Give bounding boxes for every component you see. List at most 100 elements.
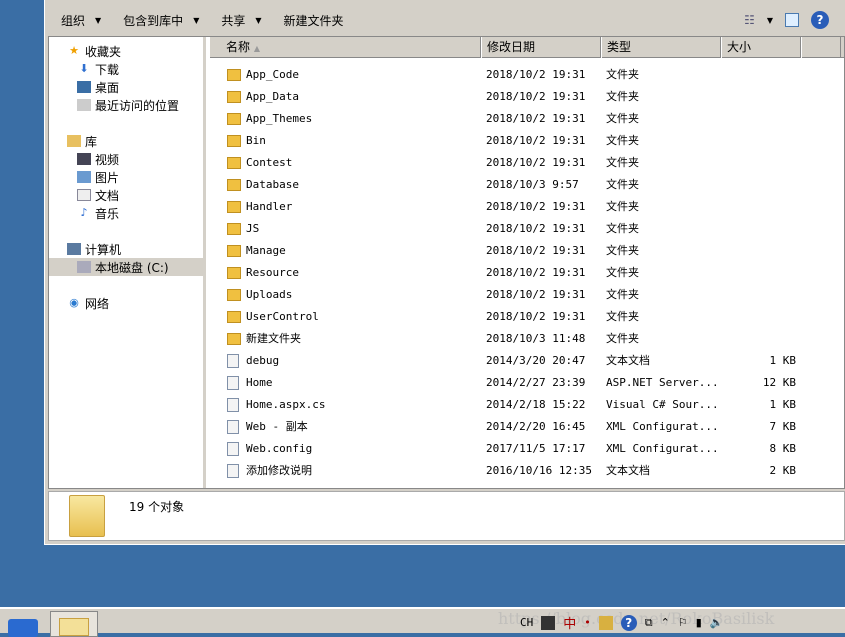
sidebar-item-favorites[interactable]: ★ 收藏夹 — [67, 42, 121, 60]
file-date: 2018/10/2 19:31 — [486, 266, 586, 279]
file-row[interactable]: App_Data 2018/10/2 19:31 文件夹 — [209, 87, 844, 107]
folder-icon — [227, 289, 241, 301]
new-folder-button[interactable]: 新建文件夹 — [284, 12, 344, 29]
file-row[interactable]: Database 2018/10/3 9:57 文件夹 — [209, 175, 844, 195]
dropdown-arrow-icon: ▼ — [193, 15, 200, 25]
column-header-size[interactable]: 大小 — [721, 37, 801, 58]
file-row[interactable]: 新建文件夹 2018/10/3 11:48 文件夹 — [209, 329, 844, 349]
explorer-window: 组织 ▼ 包含到库中 ▼ 共享 ▼ 新建文件夹 ☷ ▼ ? ★ 收藏夹 ⬇ 下载 桌面 最… — [44, 0, 845, 545]
column-header-modified[interactable]: 修改日期 — [481, 37, 601, 58]
volume-icon[interactable]: 🔈 — [710, 616, 724, 629]
column-header-type[interactable]: 类型 — [601, 37, 721, 58]
sidebar-item-desktop[interactable]: 桌面 — [77, 78, 119, 96]
label: 计算机 — [85, 242, 122, 257]
file-name: Bin — [246, 134, 266, 147]
file-name: JS — [246, 222, 260, 235]
file-type: 文件夹 — [606, 288, 639, 301]
column-header-name[interactable]: 名称 ▲ — [209, 37, 481, 58]
file-name: App_Code — [246, 68, 299, 81]
restore-icon[interactable]: ⧉ — [645, 616, 653, 630]
file-date: 2014/3/20 20:47 — [486, 354, 586, 367]
file-row[interactable]: JS 2018/10/2 19:31 文件夹 — [209, 219, 844, 239]
sidebar-item-downloads[interactable]: ⬇ 下载 — [77, 60, 119, 78]
show-hidden-icons[interactable]: ⌃ — [661, 616, 670, 629]
picture-icon — [77, 171, 91, 183]
include-library-button[interactable]: 包含到库中 ▼ — [123, 12, 199, 29]
drive-icon — [77, 261, 91, 273]
file-name: 添加修改说明 — [246, 464, 312, 477]
view-options-icon[interactable]: ☷ — [744, 13, 755, 27]
file-row[interactable]: UserControl 2018/10/2 19:31 文件夹 — [209, 307, 844, 327]
file-row[interactable]: App_Themes 2018/10/2 19:31 文件夹 — [209, 109, 844, 129]
file-date: 2018/10/2 19:31 — [486, 244, 586, 257]
explorer-taskbar-button[interactable] — [50, 611, 98, 637]
file-type: 文件夹 — [606, 266, 639, 279]
column-headers: 名称 ▲ 修改日期 类型 大小 — [209, 37, 844, 58]
navigation-pane: ★ 收藏夹 ⬇ 下载 桌面 最近访问的位置 库 视频 图片 文档 ♪ 音乐 计算机 本… — [49, 37, 206, 488]
help-icon[interactable]: ? — [811, 11, 829, 29]
file-type: 文本文档 — [606, 464, 650, 477]
file-row[interactable]: Handler 2018/10/2 19:31 文件夹 — [209, 197, 844, 217]
sidebar-item-pictures[interactable]: 图片 — [77, 168, 119, 186]
file-row[interactable]: App_Code 2018/10/2 19:31 文件夹 — [209, 65, 844, 85]
share-button[interactable]: 共享 ▼ — [221, 12, 261, 29]
organize-button[interactable]: 组织 ▼ — [61, 12, 101, 29]
ime-icon[interactable] — [541, 615, 556, 630]
label: 名称 — [226, 40, 251, 54]
file-type: 文件夹 — [606, 200, 639, 213]
file-row[interactable]: Home.aspx.cs 2014/2/18 15:22 Visual C# S… — [209, 395, 844, 415]
file-row[interactable]: Manage 2018/10/2 19:31 文件夹 — [209, 241, 844, 261]
ime-settings-icon[interactable] — [598, 615, 613, 630]
sidebar-item-computer[interactable]: 计算机 — [67, 240, 121, 258]
flag-icon[interactable]: ⚐ — [678, 616, 688, 629]
computer-icon — [67, 243, 81, 255]
include-library-label: 包含到库中 — [123, 13, 184, 28]
file-icon — [227, 376, 239, 390]
taskbar: https://blog.csdn.net/RokoBasilisk CH 中 … — [0, 607, 845, 637]
ime-mode[interactable]: 中 — [563, 613, 576, 632]
sidebar-item-documents[interactable]: 文档 — [77, 186, 119, 204]
file-name: Database — [246, 178, 299, 191]
file-date: 2014/2/20 16:45 — [486, 420, 586, 433]
file-name: Web.config — [246, 442, 313, 455]
file-date: 2018/10/2 19:31 — [486, 134, 586, 147]
file-size: 8 KB — [769, 442, 797, 455]
file-type: XML Configurat... — [606, 442, 719, 455]
sidebar-item-music[interactable]: ♪ 音乐 — [77, 204, 119, 222]
file-icon — [227, 398, 239, 412]
file-row[interactable]: Home 2014/2/27 23:39 ASP.NET Server... 1… — [209, 373, 844, 393]
file-row[interactable]: Resource 2018/10/2 19:31 文件夹 — [209, 263, 844, 283]
file-row[interactable]: Bin 2018/10/2 19:31 文件夹 — [209, 131, 844, 151]
sidebar-item-local-disk[interactable]: 本地磁盘 (C:) — [49, 258, 203, 276]
view-dropdown-icon[interactable]: ▼ — [767, 16, 773, 25]
file-name: App_Themes — [246, 112, 313, 125]
file-date: 2018/10/2 19:31 — [486, 222, 586, 235]
file-row[interactable]: Web.config 2017/11/5 17:17 XML Configura… — [209, 439, 844, 459]
file-row[interactable]: debug 2014/3/20 20:47 文本文档 1 KB — [209, 351, 844, 371]
label: 视频 — [95, 152, 120, 167]
file-name: Home — [246, 376, 273, 389]
file-type: 文件夹 — [606, 222, 639, 235]
punctuation-icon[interactable]: • — [584, 616, 591, 629]
sidebar-item-recent[interactable]: 最近访问的位置 — [77, 96, 179, 114]
powershell-icon[interactable] — [8, 619, 38, 637]
file-name: Manage — [246, 244, 286, 257]
preview-pane-icon[interactable] — [785, 13, 799, 27]
file-row[interactable]: Web - 副本 2014/2/20 16:45 XML Configurat.… — [209, 417, 844, 437]
file-row[interactable]: Uploads 2018/10/2 19:31 文件夹 — [209, 285, 844, 305]
tray-help-icon[interactable]: ? — [620, 614, 637, 631]
sidebar-item-videos[interactable]: 视频 — [77, 150, 119, 168]
file-row[interactable]: Contest 2018/10/2 19:31 文件夹 — [209, 153, 844, 173]
file-row[interactable]: 添加修改说明 2016/10/16 12:35 文本文档 2 KB — [209, 461, 844, 481]
file-name: Home.aspx.cs — [246, 398, 326, 411]
share-label: 共享 — [221, 13, 246, 28]
file-size: 2 KB — [769, 464, 797, 477]
network-tray-icon[interactable]: ▮ — [696, 616, 702, 629]
label: 音乐 — [95, 206, 120, 221]
system-tray: CH 中 • ? ⧉ ⌃ ⚐ ▮ 🔈 — [520, 613, 723, 632]
file-name: App_Data — [246, 90, 299, 103]
sidebar-item-libraries[interactable]: 库 — [67, 132, 97, 150]
recent-places-icon — [77, 99, 91, 111]
language-indicator[interactable]: CH — [520, 616, 533, 629]
sidebar-item-network[interactable]: ◉ 网络 — [67, 294, 109, 312]
